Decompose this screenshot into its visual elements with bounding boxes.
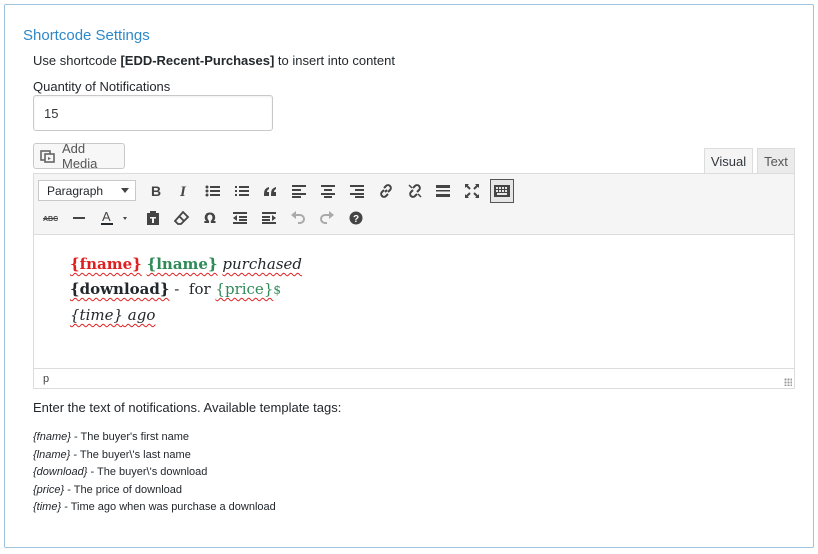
lname-tag: {lname} [146, 255, 218, 273]
svg-text:I: I [179, 184, 187, 198]
tab-visual[interactable]: Visual [704, 148, 753, 174]
align-right-icon[interactable] [346, 180, 368, 202]
content-line-3: {time} ago [70, 303, 302, 328]
line2-separator: - for [169, 280, 216, 298]
svg-text:B: B [151, 184, 161, 198]
editor-content[interactable]: {fname} {lname} purchased {download} - f… [70, 252, 302, 328]
clear-formatting-icon[interactable] [171, 207, 193, 229]
list-item: {download} - The buyer\'s download [33, 466, 208, 479]
format-select[interactable]: Paragraph [38, 180, 136, 201]
toolbar-toggle-icon[interactable] [490, 179, 514, 203]
time-tag: {time} [70, 306, 124, 324]
svg-text:Ω: Ω [204, 211, 216, 225]
editor-statusbar: p [34, 368, 794, 388]
shortcode-prefix: Use shortcode [33, 53, 121, 68]
strikethrough-icon[interactable]: ABC [40, 207, 62, 229]
quantity-label: Quantity of Notifications [33, 79, 171, 94]
shortcode-instruction: Use shortcode [EDD-Recent-Purchases] to … [33, 53, 395, 68]
template-tags-list: {fname} - The buyer's first name {lname}… [33, 429, 276, 517]
add-media-label: Add Media [62, 141, 98, 171]
shortcode-code: [EDD-Recent-Purchases] [120, 53, 275, 68]
special-character-icon[interactable]: Ω [200, 207, 222, 229]
editor-toolbar: Paragraph B I ABC A Ω ? [34, 174, 794, 235]
content-line-1: {fname} {lname} purchased [70, 252, 302, 277]
bullet-list-icon[interactable] [202, 180, 224, 202]
rich-text-editor: Paragraph B I ABC A Ω ? {fname} {lname} … [33, 173, 795, 389]
tab-text[interactable]: Text [757, 148, 795, 174]
bold-icon[interactable]: B [145, 180, 167, 202]
align-center-icon[interactable] [317, 180, 339, 202]
increase-indent-icon[interactable] [258, 207, 280, 229]
content-line-2: {download} - for {price}$ [70, 277, 302, 303]
svg-text:?: ? [353, 214, 359, 225]
download-tag: {download} [70, 280, 170, 298]
svg-text:A: A [102, 210, 111, 224]
format-select-value: Paragraph [47, 183, 104, 198]
settings-panel: Shortcode Settings Use shortcode [EDD-Re… [4, 4, 814, 548]
resize-handle-icon[interactable] [784, 378, 792, 386]
help-icon[interactable]: ? [345, 207, 367, 229]
price-tag: {price} [215, 280, 274, 298]
ago-word: ago [123, 306, 156, 324]
fullscreen-icon[interactable] [461, 180, 483, 202]
list-item: {price} - The price of download [33, 483, 183, 496]
paste-as-text-icon[interactable] [142, 207, 164, 229]
insert-link-icon[interactable] [375, 180, 397, 202]
list-item: {time} - Time ago when was purchase a do… [33, 501, 276, 514]
add-media-button[interactable]: Add Media [33, 141, 125, 171]
element-path[interactable]: p [43, 373, 49, 385]
template-tags-heading: Enter the text of notifications. Availab… [33, 400, 342, 415]
currency-symbol: $ [273, 283, 281, 297]
shortcode-suffix: to insert into content [274, 53, 395, 68]
align-left-icon[interactable] [288, 180, 310, 202]
section-title: Shortcode Settings [23, 27, 150, 44]
fname-tag: {fname} [70, 255, 142, 273]
blockquote-icon[interactable] [259, 180, 281, 202]
list-item: {lname} - The buyer\'s last name [33, 448, 191, 461]
redo-icon[interactable] [316, 207, 338, 229]
quantity-input[interactable] [33, 95, 273, 131]
text-color-icon[interactable]: A [97, 207, 133, 229]
italic-icon[interactable]: I [173, 180, 195, 202]
read-more-icon[interactable] [432, 180, 454, 202]
svg-text:ABC: ABC [43, 216, 58, 223]
add-media-icon [40, 148, 56, 164]
decrease-indent-icon[interactable] [229, 207, 251, 229]
horizontal-line-icon[interactable] [68, 207, 90, 229]
undo-icon[interactable] [287, 207, 309, 229]
list-item: {fname} - The buyer's first name [33, 431, 189, 443]
purchased-word: purchased [222, 255, 303, 273]
chevron-down-icon [121, 188, 129, 193]
remove-link-icon[interactable] [404, 180, 426, 202]
numbered-list-icon[interactable] [231, 180, 253, 202]
